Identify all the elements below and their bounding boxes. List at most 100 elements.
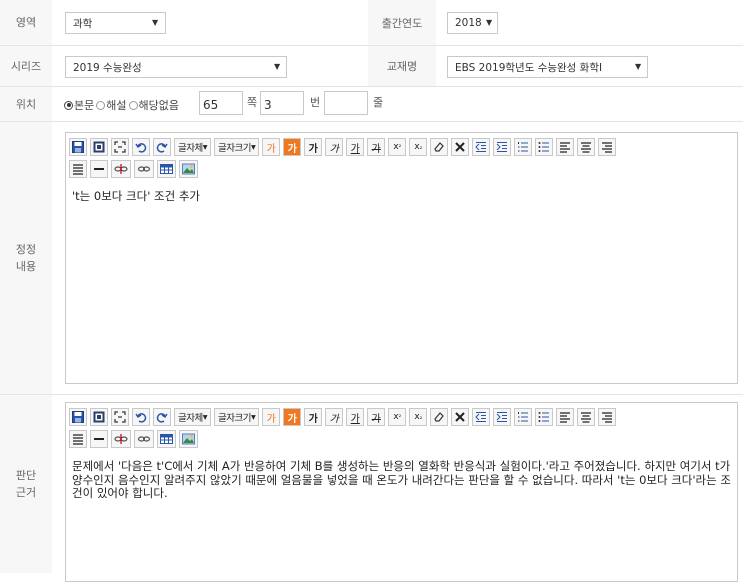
superscript-button[interactable]: x² — [388, 408, 407, 426]
eraser-icon[interactable] — [430, 408, 449, 426]
series-select[interactable]: 2019 수능완성 ▼ — [65, 56, 287, 78]
position-radio-group: 본문 해설 해당없음 — [64, 97, 179, 113]
font-size-button[interactable]: 글자크기 ▾ — [214, 138, 260, 156]
indent-button[interactable] — [493, 408, 512, 426]
eraser-icon[interactable] — [430, 138, 449, 156]
radio-explanation-circle[interactable] — [96, 100, 106, 110]
remove-format-button[interactable] — [451, 408, 470, 426]
outdent-button[interactable] — [472, 408, 491, 426]
remove-format-button[interactable] — [451, 138, 470, 156]
align-right-button[interactable] — [598, 138, 617, 156]
redo-button[interactable] — [153, 408, 171, 426]
radio-main-text-circle[interactable] — [64, 100, 73, 110]
area-select[interactable]: 과학 ▼ — [65, 12, 166, 34]
subscript-button[interactable]: x₂ — [409, 138, 428, 156]
series-label: 시리즈 — [0, 46, 52, 86]
chevron-down-icon: ▼ — [274, 62, 281, 71]
area-label: 영역 — [0, 0, 52, 45]
font-family-button[interactable]: 글자체 ▾ — [174, 138, 212, 156]
radio-explanation[interactable]: 해설 — [96, 97, 127, 113]
undo-button[interactable] — [132, 138, 150, 156]
image-icon[interactable] — [179, 430, 198, 448]
number-input[interactable]: 3 — [260, 91, 304, 115]
row-area: 영역 과학 ▼ 출간연도 2018 ▼ — [0, 0, 743, 46]
number-unit: 번 — [310, 96, 321, 109]
justify-button[interactable] — [69, 430, 87, 448]
correction-content[interactable]: 't는 0보다 크다' 조건 추가 — [72, 189, 733, 204]
correction-toolbar: 글자체 ▾ 글자크기 ▾ 가 가 가 가 가 가 x² x₂ — [69, 138, 734, 182]
outdent-button[interactable] — [472, 138, 491, 156]
underline-button[interactable]: 가 — [346, 138, 365, 156]
image-icon[interactable] — [179, 160, 198, 178]
correction-editor[interactable]: 글자체 ▾ 글자크기 ▾ 가 가 가 가 가 가 x² x₂ 't는 0보다 크… — [65, 132, 738, 384]
italic-button[interactable]: 가 — [325, 408, 344, 426]
radio-none-circle[interactable] — [128, 100, 138, 110]
redo-button[interactable] — [153, 138, 171, 156]
position-label: 위치 — [0, 87, 52, 121]
fullscreen-button[interactable] — [111, 408, 129, 426]
chevron-down-icon: ▼ — [635, 62, 642, 71]
font-family-button[interactable]: 글자체 ▾ — [174, 408, 212, 426]
italic-button[interactable]: 가 — [325, 138, 344, 156]
pub-year-select[interactable]: 2018 ▼ — [447, 12, 498, 34]
page-input[interactable]: 65 — [199, 91, 243, 115]
font-size-button[interactable]: 글자크기 ▾ — [214, 408, 260, 426]
align-right-button[interactable] — [598, 408, 617, 426]
chevron-down-icon: ▼ — [152, 18, 159, 27]
line-input[interactable] — [324, 91, 368, 115]
basis-toolbar: 글자체 ▾ 글자크기 ▾ 가 가 가 가 가 가 x² x₂ — [69, 408, 734, 452]
link-icon[interactable] — [134, 430, 154, 448]
align-center-button[interactable] — [577, 408, 596, 426]
pub-year-value: 2018 — [455, 17, 482, 29]
correction-label: 정정 내용 — [0, 122, 52, 394]
unordered-list-button[interactable] — [535, 138, 554, 156]
line-unit: 줄 — [373, 96, 384, 109]
fullscreen-button[interactable] — [111, 138, 129, 156]
table-icon[interactable] — [157, 160, 176, 178]
row-basis: 판단 근거 글자체 ▾ 글자크기 ▾ 가 가 가 가 가 가 x² x₂ 문제에… — [0, 395, 743, 582]
bold-button[interactable]: 가 — [304, 408, 323, 426]
radio-none[interactable]: 해당없음 — [128, 97, 179, 113]
textbook-select[interactable]: EBS 2019학년도 수능완성 화학I ▼ — [447, 56, 648, 78]
series-value: 2019 수능완성 — [73, 61, 142, 74]
underline-button[interactable]: 가 — [346, 408, 365, 426]
superscript-button[interactable]: x² — [388, 138, 407, 156]
undo-button[interactable] — [132, 408, 150, 426]
area-value: 과학 — [73, 17, 93, 30]
row-series: 시리즈 2019 수능완성 ▼ 교재명 EBS 2019학년도 수능완성 화학I… — [0, 46, 743, 87]
strikethrough-button[interactable]: 가 — [367, 408, 386, 426]
ordered-list-button[interactable] — [514, 138, 533, 156]
text-color-button[interactable]: 가 — [262, 408, 281, 426]
ordered-list-button[interactable] — [514, 408, 533, 426]
save-button[interactable] — [69, 138, 87, 156]
page-unit: 쪽 — [247, 96, 258, 109]
bold-button[interactable]: 가 — [304, 138, 323, 156]
textbook-label: 교재명 — [368, 46, 436, 86]
align-left-button[interactable] — [556, 138, 575, 156]
save-button[interactable] — [69, 408, 87, 426]
radio-main-text[interactable]: 본문 — [64, 97, 94, 113]
source-button[interactable] — [90, 138, 108, 156]
pub-year-label: 출간연도 — [368, 0, 436, 45]
bg-color-button[interactable]: 가 — [283, 138, 302, 156]
bg-color-button[interactable]: 가 — [283, 408, 302, 426]
link-icon[interactable] — [134, 160, 154, 178]
basis-content[interactable]: 문제에서 '다음은 t'C에서 기체 A가 반응하여 기체 B를 생성하는 반응… — [72, 459, 733, 501]
text-color-button[interactable]: 가 — [262, 138, 281, 156]
horizontal-rule-button[interactable] — [90, 430, 108, 448]
unlink-icon[interactable] — [111, 160, 131, 178]
chevron-down-icon: ▼ — [486, 18, 493, 27]
justify-button[interactable] — [69, 160, 87, 178]
align-left-button[interactable] — [556, 408, 575, 426]
table-icon[interactable] — [157, 430, 176, 448]
strikethrough-button[interactable]: 가 — [367, 138, 386, 156]
subscript-button[interactable]: x₂ — [409, 408, 428, 426]
indent-button[interactable] — [493, 138, 512, 156]
align-center-button[interactable] — [577, 138, 596, 156]
source-button[interactable] — [90, 408, 108, 426]
basis-label: 판단 근거 — [0, 395, 52, 573]
horizontal-rule-button[interactable] — [90, 160, 108, 178]
unlink-icon[interactable] — [111, 430, 131, 448]
unordered-list-button[interactable] — [535, 408, 554, 426]
basis-editor[interactable]: 글자체 ▾ 글자크기 ▾ 가 가 가 가 가 가 x² x₂ 문제에서 '다음은… — [65, 402, 738, 582]
